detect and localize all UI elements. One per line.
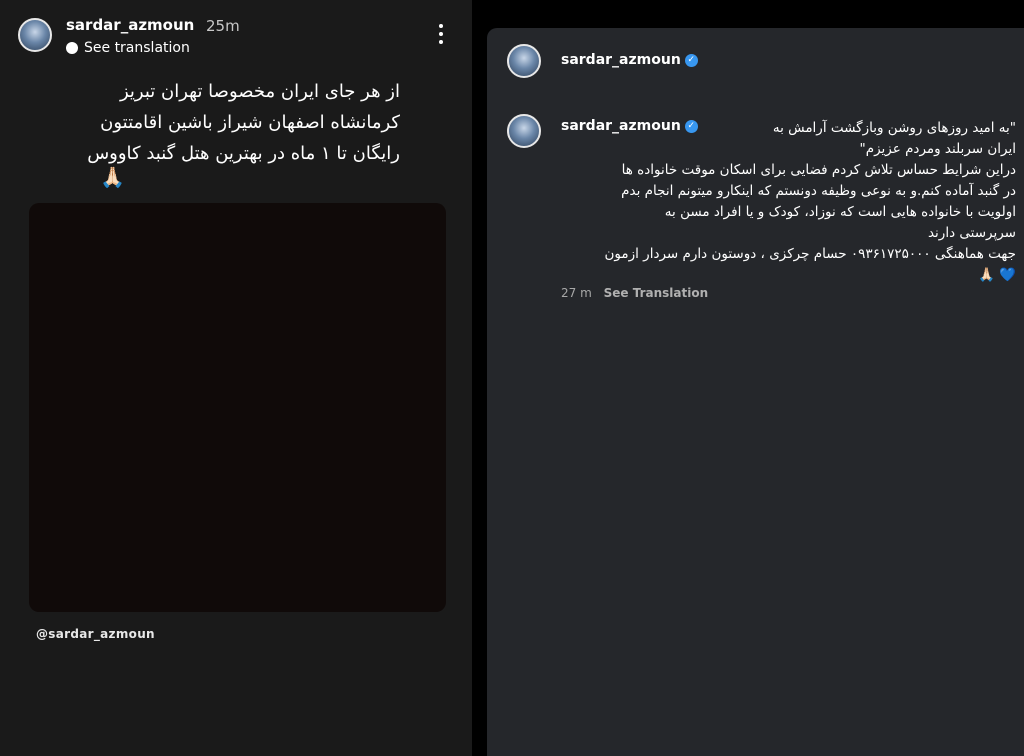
post-caption: "به امید روزهای روشن وبازگشت آرامش به ای… xyxy=(561,118,1017,286)
caption-emoji-line: 💙 🙏🏻 xyxy=(561,265,1016,286)
post-header: sardar_azmoun ✓ xyxy=(507,44,1007,80)
story-text: از هر جای ایران مخصوصا تهران تبریز کرمان… xyxy=(60,76,400,169)
see-translation-button[interactable]: See Translation xyxy=(604,286,709,300)
caption-line: اولویت با خانواده هایی است که نوزاد، کود… xyxy=(664,204,1016,220)
caption-line: "به امید روزهای روشن وبازگشت آرامش به xyxy=(772,120,1016,136)
story-media[interactable] xyxy=(29,203,446,612)
post-meta: 27 m See Translation xyxy=(561,286,708,300)
praying-hands-icon: 🙏🏻 xyxy=(100,165,125,189)
caption-line: در گنبد آماده کنم.و به نوعی وظیفه دونستم… xyxy=(621,183,1016,199)
see-translation-label[interactable]: See translation xyxy=(84,40,190,56)
story-header: sardar_azmoun 25m See translation xyxy=(16,14,456,58)
post-username[interactable]: sardar_azmoun ✓ xyxy=(561,52,698,68)
story-mention[interactable]: @sardar_azmoun xyxy=(36,627,155,641)
story-avatar[interactable] xyxy=(18,18,52,52)
caption-line: ایران سربلند ومردم عزیزم" xyxy=(859,141,1017,157)
caption-line: دراین شرایط حساس تلاش کردم فضایی برای اس… xyxy=(621,162,1016,178)
verified-badge-icon: ✓ xyxy=(684,53,698,67)
story-panel: sardar_azmoun 25m See translation از هر … xyxy=(0,0,472,756)
caption-avatar[interactable] xyxy=(507,114,541,148)
translate-icon xyxy=(66,42,78,54)
post-panel: sardar_azmoun ✓ sardar_azmoun ✓ "به امید ر… xyxy=(487,28,1024,756)
caption-line: سرپرستی دارند xyxy=(927,225,1016,241)
post-avatar[interactable] xyxy=(507,44,541,78)
blue-heart-icon: 💙 xyxy=(999,267,1016,283)
post-timestamp: 27 m xyxy=(561,286,592,300)
story-translate-link[interactable]: See translation xyxy=(66,40,190,56)
praying-hands-icon: 🙏🏻 xyxy=(978,267,995,283)
story-text-line: کرمانشاه اصفهان شیراز باشین اقامتتون xyxy=(100,112,400,133)
story-timestamp: 25m xyxy=(206,17,240,35)
more-options-icon[interactable] xyxy=(438,24,444,44)
story-text-line: از هر جای ایران مخصوصا تهران تبریز xyxy=(119,81,400,102)
story-username[interactable]: sardar_azmoun xyxy=(66,16,194,34)
caption-line: جهت هماهنگی ۰۹۳۶۱۷۲۵۰۰۰ حسام چرکزی ، دوس… xyxy=(604,246,1017,262)
